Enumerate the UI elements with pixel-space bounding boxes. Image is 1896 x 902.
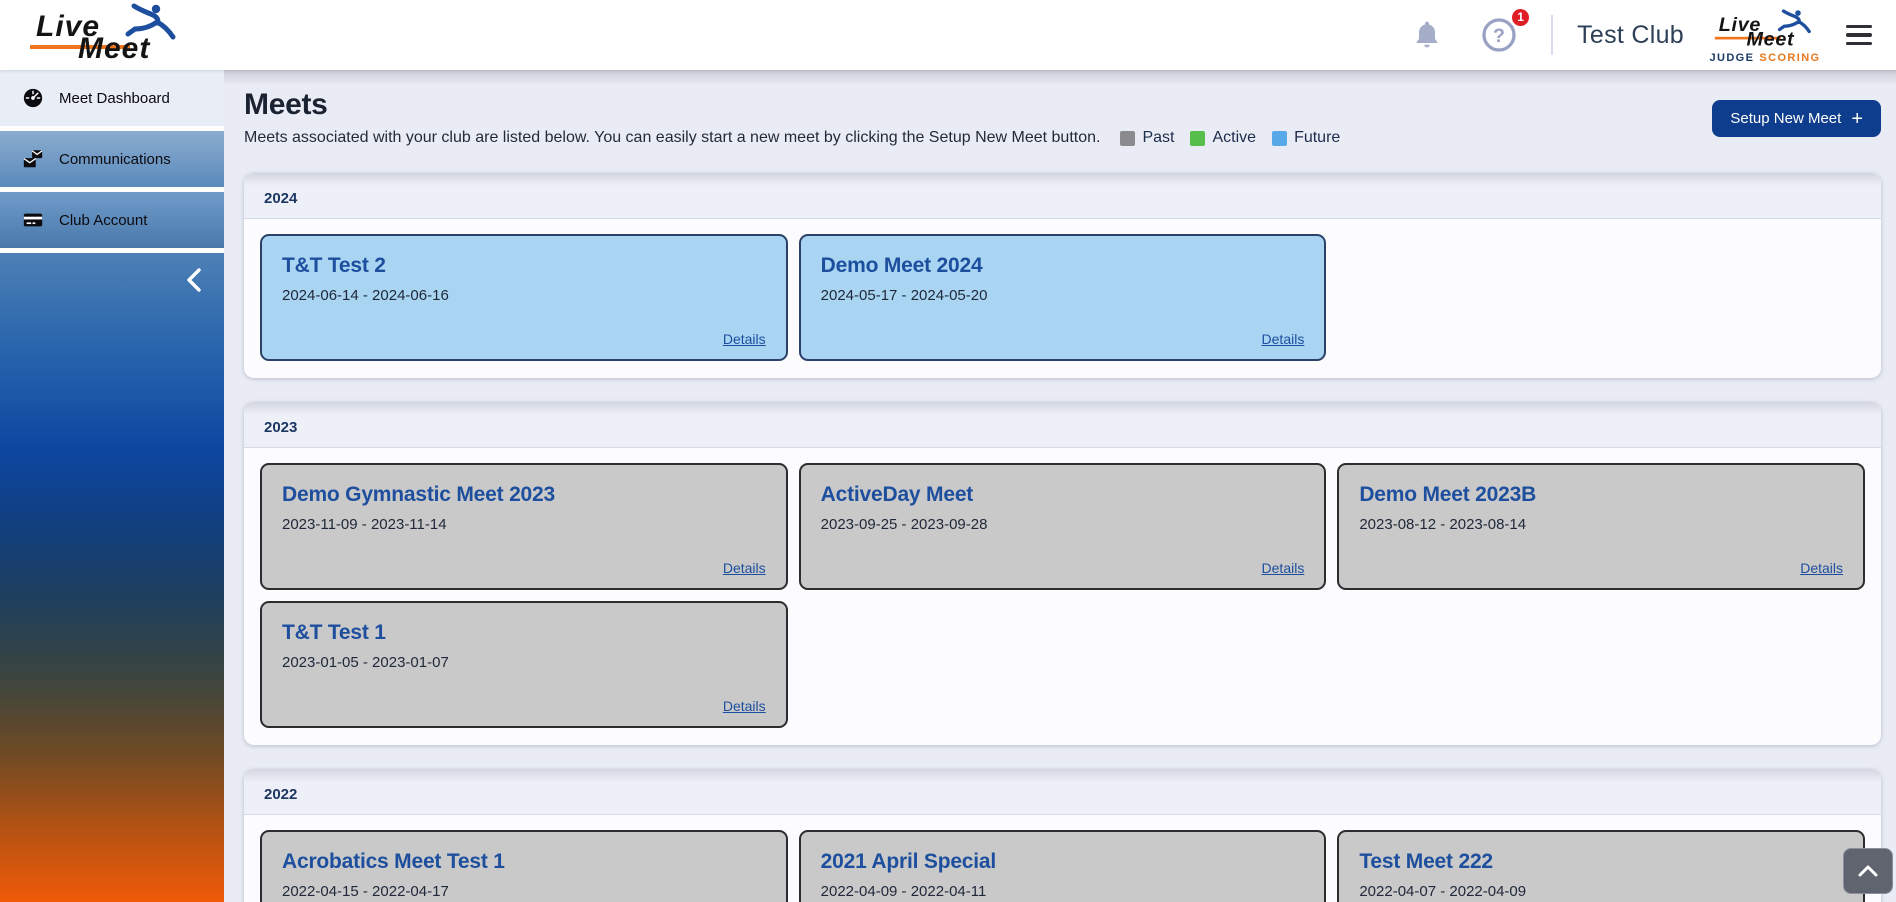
dashboard-icon [23, 88, 43, 108]
bell-icon [1416, 21, 1438, 48]
legend-item-past: Past [1120, 129, 1174, 147]
meet-details-link[interactable]: Details [723, 698, 766, 714]
meet-card: Demo Gymnastic Meet 2023 2023-11-09 - 20… [260, 463, 788, 590]
year-sections: 2024 T&T Test 2 2024-06-14 - 2024-06-16 … [244, 173, 1881, 902]
app-window: Live Meet ? 1 Test Club Live Meet JUDGE … [0, 0, 1896, 902]
meet-title: T&T Test 1 [282, 621, 386, 644]
section-year: 2022 [264, 786, 298, 803]
legend-swatch-future [1272, 130, 1288, 146]
meet-dates: 2023-01-05 - 2023-01-07 [282, 654, 449, 671]
meet-title: Acrobatics Meet Test 1 [282, 850, 505, 873]
section-year: 2023 [264, 419, 298, 436]
section-year: 2024 [264, 190, 298, 207]
section-grid: Acrobatics Meet Test 1 2022-04-15 - 2022… [244, 815, 1881, 902]
meet-dates: 2023-11-09 - 2023-11-14 [282, 516, 447, 533]
meet-title: T&T Test 2 [282, 254, 386, 277]
header-divider [1551, 15, 1554, 55]
meet-card: Demo Meet 2023B 2023-08-12 - 2023-08-14 … [1337, 463, 1865, 590]
gymnast-icon [1777, 8, 1811, 33]
notification-badge: 1 [1510, 7, 1532, 28]
meet-dates: 2022-04-15 - 2022-04-17 [282, 883, 449, 900]
legend-swatch-past [1120, 130, 1136, 146]
meet-dates: 2023-08-12 - 2023-08-14 [1359, 516, 1527, 533]
meet-details-link[interactable]: Details [723, 331, 766, 347]
club-account-icon [23, 213, 43, 227]
meet-card: T&T Test 2 2024-06-14 - 2024-06-16 Detai… [260, 234, 788, 361]
sidebar-collapse-button[interactable] [164, 253, 224, 310]
section-header: 2024 [244, 186, 1881, 219]
meet-title: Test Meet 222 [1359, 850, 1493, 873]
svg-text:?: ? [1493, 25, 1505, 47]
meet-dates: 2022-04-09 - 2022-04-11 [820, 883, 987, 900]
meet-details-link[interactable]: Details [723, 560, 766, 576]
chevron-up-icon [1858, 865, 1878, 877]
section-header: 2022 [244, 782, 1881, 815]
sidebar-item-communications[interactable]: Communications [0, 131, 224, 187]
sidebar-item-club-account[interactable]: Club Account [0, 192, 224, 248]
meet-card: Demo Meet 2024 2024-05-17 - 2024-05-20 D… [798, 234, 1327, 361]
sidebar-gradient-panel [0, 253, 224, 902]
sidebar: Meet Dashboard Communications Club Accou… [0, 70, 224, 902]
meet-title: 2021 April Special [820, 850, 997, 873]
legend-swatch-active [1190, 130, 1206, 146]
year-section: 2023 Demo Gymnastic Meet 2023 2023-11-09… [244, 402, 1881, 745]
meet-title: Demo Meet 2023B [1359, 483, 1537, 506]
meet-title: Demo Meet 2024 [820, 254, 983, 277]
sidebar-item-label: Meet Dashboard [59, 89, 170, 107]
legend-item-future: Future [1272, 129, 1340, 147]
meet-title: Demo Gymnastic Meet 2023 [282, 483, 555, 506]
communications-icon [23, 150, 43, 168]
section-grid: T&T Test 2 2024-06-14 - 2024-06-16 Detai… [244, 219, 1881, 378]
meet-card: Acrobatics Meet Test 1 2022-04-15 - 2022… [260, 830, 788, 902]
meet-details-link[interactable]: Details [1800, 560, 1843, 576]
year-section: 2022 Acrobatics Meet Test 1 2022-04-15 -… [244, 769, 1881, 902]
topbar-actions: ? 1 Test Club Live Meet JUDGE SCORING [1407, 7, 1878, 64]
year-section: 2024 T&T Test 2 2024-06-14 - 2024-06-16 … [244, 173, 1881, 378]
meet-dates: 2024-05-17 - 2024-05-20 [820, 287, 988, 304]
meet-card: Test Meet 222 2022-04-07 - 2022-04-09 De… [1337, 830, 1865, 902]
legend-item-active: Active [1190, 129, 1256, 147]
setup-new-meet-button[interactable]: Setup New Meet + [1712, 100, 1881, 137]
meet-card: ActiveDay Meet 2023-09-25 - 2023-09-28 D… [798, 463, 1327, 590]
meet-dates: 2023-09-25 - 2023-09-28 [820, 516, 988, 533]
notifications-button[interactable] [1407, 15, 1447, 55]
gymnast-icon [125, 3, 176, 40]
sidebar-item-label: Communications [59, 150, 171, 168]
meet-details-link[interactable]: Details [1262, 331, 1305, 347]
scroll-to-top-button[interactable] [1843, 848, 1893, 894]
livemeet-logo: Live Meet [30, 3, 182, 65]
plus-icon: + [1851, 107, 1863, 130]
sidebar-item-label: Club Account [59, 211, 148, 229]
status-legend: Past Active Future [1120, 129, 1340, 147]
meet-title: ActiveDay Meet [820, 483, 974, 506]
section-header: 2023 [244, 415, 1881, 448]
chevron-left-icon [187, 268, 201, 292]
section-grid: Demo Gymnastic Meet 2023 2023-11-09 - 20… [244, 448, 1881, 745]
meet-dates: 2022-04-07 - 2022-04-09 [1359, 883, 1527, 900]
judge-scoring-logo: Live Meet JUDGE SCORING [1704, 7, 1826, 64]
meet-details-link[interactable]: Details [1262, 560, 1305, 576]
page-header: Meets Meets associated with your club ar… [224, 70, 1896, 169]
judge-scoring-label: JUDGE SCORING [1709, 51, 1821, 64]
meet-card: T&T Test 1 2023-01-05 - 2023-01-07 Detai… [260, 601, 788, 728]
page-description: Meets associated with your club are list… [244, 129, 1101, 146]
help-button[interactable]: ? 1 [1477, 7, 1532, 57]
hamburger-icon [1846, 24, 1872, 29]
page-title: Meets [244, 88, 328, 121]
top-bar: Live Meet ? 1 Test Club Live Meet JUDGE … [0, 0, 1896, 70]
meet-card: 2021 April Special 2022-04-09 - 2022-04-… [798, 830, 1327, 902]
club-name: Test Club [1577, 20, 1684, 49]
sidebar-item-meet-dashboard[interactable]: Meet Dashboard [0, 70, 224, 126]
meet-dates: 2024-06-14 - 2024-06-16 [282, 287, 449, 304]
main-content: Meets Meets associated with your club ar… [224, 70, 1896, 902]
menu-button[interactable] [1840, 19, 1878, 51]
